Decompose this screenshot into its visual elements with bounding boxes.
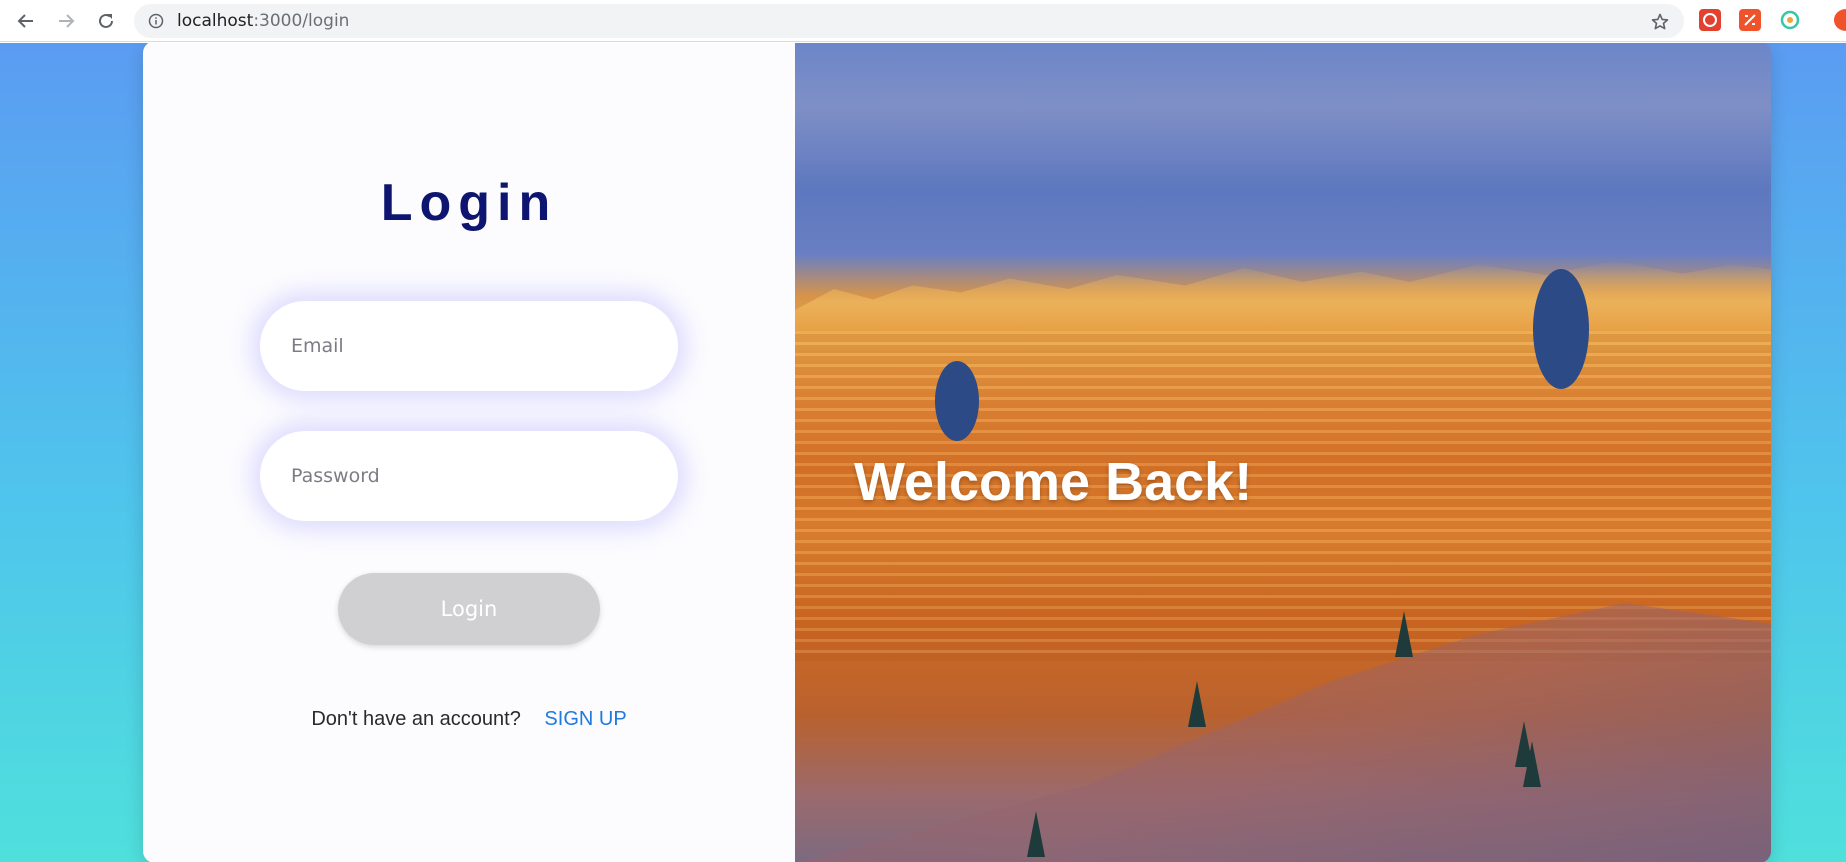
hero-cliff-edge	[795, 261, 1771, 331]
hero-rock-window	[1533, 269, 1589, 389]
extension-icon[interactable]	[1739, 9, 1761, 31]
back-icon	[17, 14, 33, 28]
password-field[interactable]	[260, 431, 678, 521]
reload-button[interactable]	[91, 6, 121, 36]
hero-tree	[1027, 811, 1045, 857]
extension-icon[interactable]	[1699, 9, 1721, 31]
reload-icon	[99, 13, 113, 28]
extension-1-icon	[1703, 13, 1717, 27]
hero-tree	[1515, 721, 1533, 767]
url-path: :3000/login	[253, 11, 350, 31]
hero-image-panel: Welcome Back!	[795, 43, 1771, 862]
login-card: Login Login Don't have an account? SIGN …	[143, 43, 1771, 862]
signup-row: Don't have an account? SIGN UP	[143, 708, 795, 731]
address-bar[interactable]: localhost:3000/login	[134, 4, 1684, 38]
back-button[interactable]	[11, 6, 41, 36]
login-button[interactable]: Login	[338, 573, 600, 645]
extension-icon[interactable]	[1779, 9, 1801, 31]
hero-rock-window	[935, 361, 979, 441]
page-background: Login Login Don't have an account? SIGN …	[0, 43, 1846, 862]
browser-toolbar: localhost:3000/login	[0, 0, 1846, 42]
signup-link[interactable]: SIGN UP	[544, 708, 626, 730]
hero-heading: Welcome Back!	[854, 452, 1253, 512]
info-icon[interactable]	[148, 13, 164, 29]
extension-2-icon	[1744, 14, 1756, 26]
address-url[interactable]: localhost:3000/login	[177, 12, 349, 30]
forward-button[interactable]	[51, 6, 81, 36]
bookmark-star-icon[interactable]	[1650, 12, 1670, 32]
hero-tree	[1395, 611, 1413, 657]
signup-prompt: Don't have an account?	[311, 708, 521, 730]
hero-tree	[1188, 681, 1206, 727]
forward-icon	[59, 14, 75, 28]
extension-3-icon	[1780, 10, 1800, 30]
page-title: Login	[380, 174, 558, 232]
email-field[interactable]	[260, 301, 678, 391]
url-host: localhost	[177, 11, 254, 31]
profile-avatar[interactable]	[1834, 9, 1846, 31]
login-form-panel: Login Login Don't have an account? SIGN …	[143, 43, 795, 862]
